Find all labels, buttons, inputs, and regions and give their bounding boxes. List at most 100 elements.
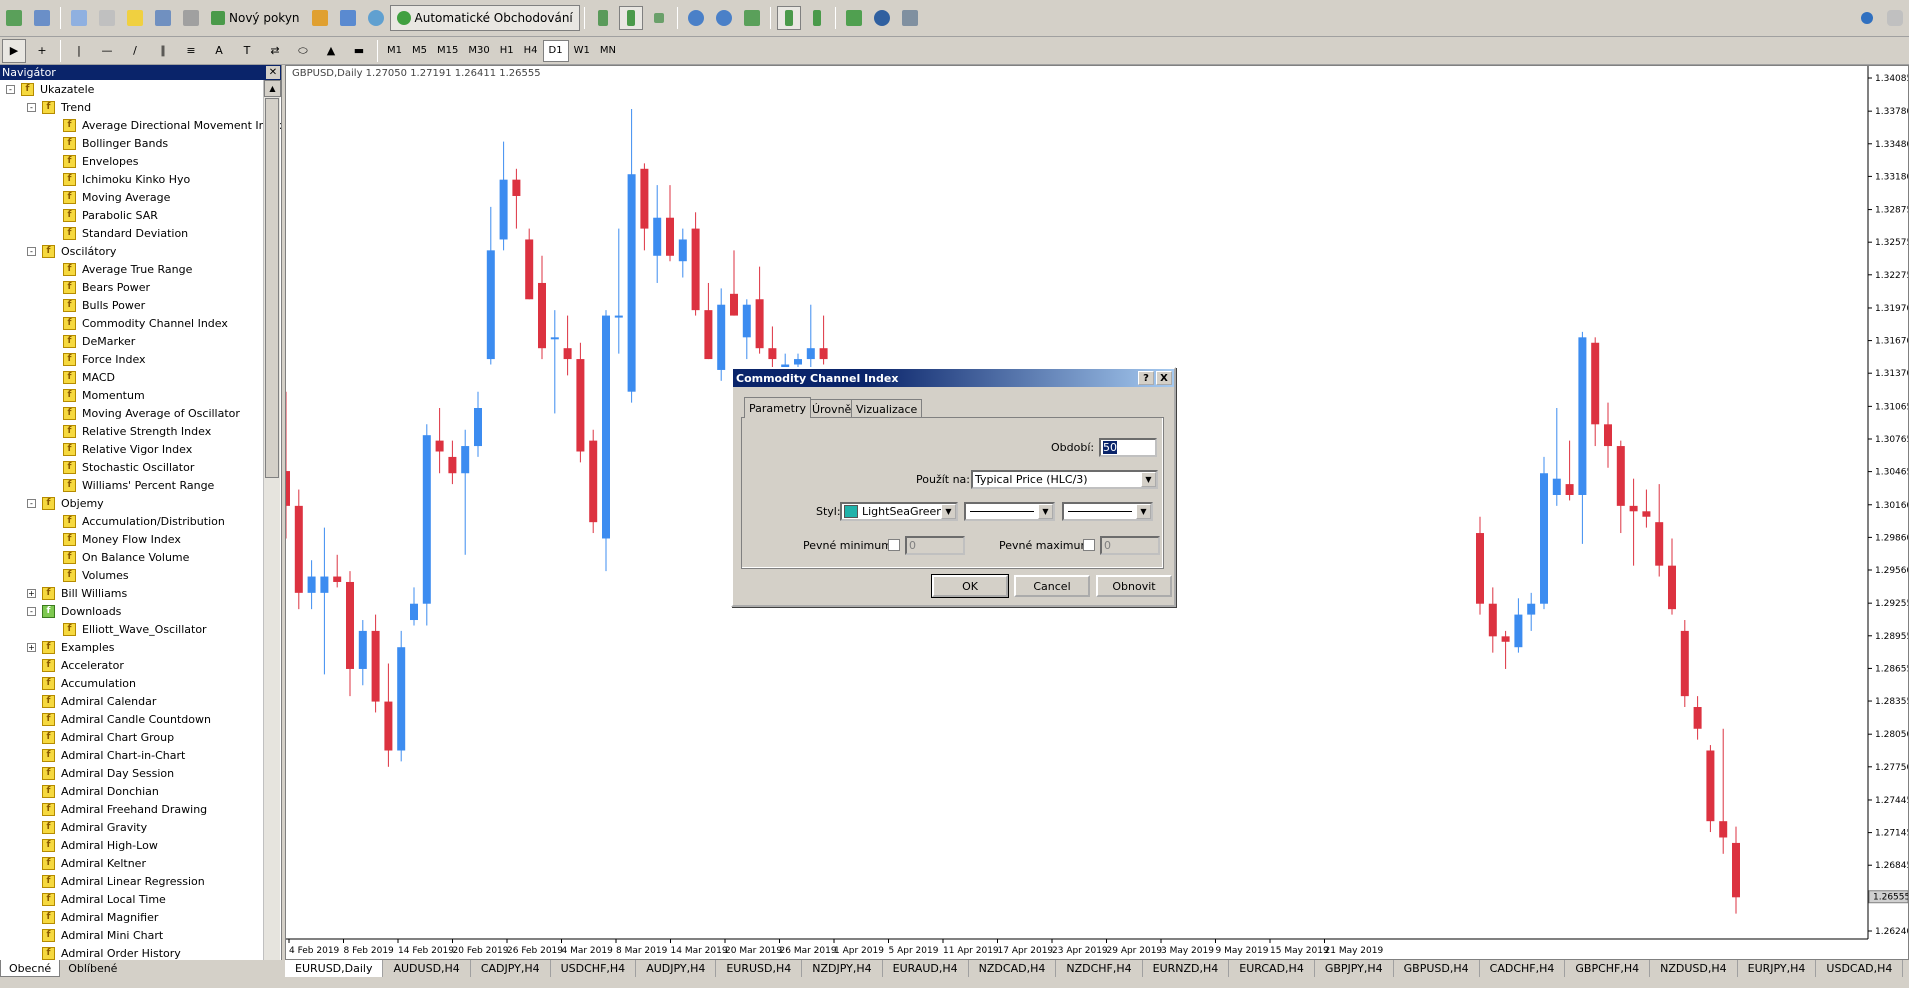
navigator-item[interactable]: f Admiral Calendar bbox=[27, 692, 156, 710]
navigator-item[interactable]: f Average Directional Movement Index bbox=[48, 116, 281, 134]
color-select[interactable]: LightSeaGreen ▼ bbox=[840, 502, 958, 521]
navigator-item[interactable]: f Accumulation bbox=[27, 674, 136, 692]
navigator-item[interactable]: f Admiral Chart-in-Chart bbox=[27, 746, 185, 764]
navigator-item[interactable]: f On Balance Volume bbox=[48, 548, 189, 566]
navigator-item[interactable]: f Stochastic Oscillator bbox=[48, 458, 194, 476]
chart-tab[interactable]: NZDCAD,H4 bbox=[969, 960, 1057, 977]
navigator-item[interactable]: f Bollinger Bands bbox=[48, 134, 168, 152]
navigator-item[interactable]: f Admiral Gravity bbox=[27, 818, 147, 836]
navigator-item[interactable]: f Relative Vigor Index bbox=[48, 440, 192, 458]
timeframe-m30[interactable]: M30 bbox=[463, 40, 494, 62]
navigator-item[interactable]: + f Examples bbox=[27, 638, 114, 656]
scroll-up-icon[interactable]: ▲ bbox=[264, 80, 281, 97]
market-watch-icon[interactable] bbox=[67, 6, 91, 30]
search-icon[interactable] bbox=[1855, 6, 1879, 30]
fixed-max-checkbox[interactable] bbox=[1083, 539, 1095, 551]
navigator-item[interactable]: f Admiral Candle Countdown bbox=[27, 710, 211, 728]
navigator-item[interactable]: f DeMarker bbox=[48, 332, 135, 350]
chart-tab[interactable]: GBPUSD,H4 bbox=[1394, 960, 1480, 977]
new-order-button[interactable]: Nový pokyn bbox=[205, 5, 306, 31]
navigator-item[interactable]: f Admiral Magnifier bbox=[27, 908, 158, 926]
horizontal-line-icon[interactable]: — bbox=[95, 39, 119, 63]
reset-button[interactable]: Obnovit bbox=[1096, 575, 1172, 597]
ok-button[interactable]: OK bbox=[931, 574, 1009, 598]
chart-tab[interactable]: NZDUSD,H4 bbox=[1650, 960, 1738, 977]
tab-general[interactable]: Obecné bbox=[0, 960, 61, 977]
navigator-item[interactable]: f Envelopes bbox=[48, 152, 138, 170]
bar-chart-icon[interactable] bbox=[591, 6, 615, 30]
navigator-item[interactable]: f Ichimoku Kinko Hyo bbox=[48, 170, 190, 188]
metaeditor-icon[interactable] bbox=[308, 6, 332, 30]
timeframe-h4[interactable]: H4 bbox=[519, 40, 543, 62]
navigator-icon[interactable] bbox=[123, 6, 147, 30]
navigator-item[interactable]: - f Oscilátory bbox=[27, 242, 116, 260]
auto-scroll-icon[interactable] bbox=[776, 6, 801, 30]
periods-icon[interactable] bbox=[870, 6, 894, 30]
navigator-item[interactable]: f Accumulation/Distribution bbox=[48, 512, 225, 530]
navigator-item[interactable]: f Admiral Day Session bbox=[27, 764, 174, 782]
chart-tab[interactable]: CADJPY,H4 bbox=[471, 960, 551, 977]
text-icon[interactable]: A bbox=[207, 39, 231, 63]
navigator-item[interactable]: f Momentum bbox=[48, 386, 145, 404]
navigator-item[interactable]: f Volumes bbox=[48, 566, 129, 584]
period-input[interactable]: 50 bbox=[1099, 438, 1157, 457]
data-window-icon[interactable] bbox=[95, 6, 119, 30]
collapse-icon[interactable]: - bbox=[27, 606, 36, 616]
chart-shift-icon[interactable] bbox=[805, 6, 829, 30]
chart-tab[interactable]: CHFJPY,H4 bbox=[1903, 960, 1909, 977]
navigator-item[interactable]: f Moving Average bbox=[48, 188, 170, 206]
tab-parameters[interactable]: Parametry bbox=[744, 397, 811, 418]
chart-tab[interactable]: GBPCHF,H4 bbox=[1565, 960, 1651, 977]
terminal-icon[interactable] bbox=[151, 6, 175, 30]
navigator-item[interactable]: f Admiral Donchian bbox=[27, 782, 159, 800]
chart-tab[interactable]: EURNZD,H4 bbox=[1143, 960, 1230, 977]
chart-tab[interactable]: AUDJPY,H4 bbox=[636, 960, 717, 977]
navigator-item[interactable]: f Bulls Power bbox=[48, 296, 145, 314]
chart-tab[interactable]: AUDUSD,H4 bbox=[383, 960, 471, 977]
navigator-item[interactable]: - f Ukazatele bbox=[6, 80, 94, 98]
navigator-item[interactable]: f Moving Average of Oscillator bbox=[48, 404, 240, 422]
collapse-icon[interactable]: - bbox=[6, 84, 15, 94]
fixed-min-checkbox[interactable] bbox=[888, 539, 900, 551]
navigator-item[interactable]: f Force Index bbox=[48, 350, 146, 368]
timeframe-d1[interactable]: D1 bbox=[542, 39, 569, 62]
zoom-in-icon[interactable] bbox=[684, 6, 708, 30]
chart-tab[interactable]: USDCHF,H4 bbox=[551, 960, 637, 977]
channel-icon[interactable]: ∥ bbox=[151, 39, 175, 63]
navigator-item[interactable]: f Admiral High-Low bbox=[27, 836, 158, 854]
chart-tab[interactable]: NZDJPY,H4 bbox=[802, 960, 883, 977]
chart-tab[interactable]: CADCHF,H4 bbox=[1480, 960, 1566, 977]
navigator-item[interactable]: f Elliott_Wave_Oscillator bbox=[48, 620, 207, 638]
chart-tab[interactable]: EURUSD,H4 bbox=[716, 960, 803, 977]
tab-favorites[interactable]: Oblíbené bbox=[60, 960, 125, 977]
cursor-icon[interactable]: ▶ bbox=[2, 38, 26, 63]
close-button[interactable]: X bbox=[1156, 371, 1172, 385]
chart-tab[interactable]: GBPJPY,H4 bbox=[1315, 960, 1394, 977]
trendline-icon[interactable]: / bbox=[123, 39, 147, 63]
line-width-select[interactable]: ▼ bbox=[1062, 502, 1153, 521]
chart-tab[interactable]: USDCAD,H4 bbox=[1816, 960, 1904, 977]
autotrading-button[interactable]: Automatické Obchodování bbox=[389, 5, 580, 31]
line-style-select[interactable]: ▼ bbox=[964, 502, 1055, 521]
chart-tab[interactable]: NZDCHF,H4 bbox=[1056, 960, 1143, 977]
signals-icon[interactable] bbox=[336, 6, 360, 30]
navigator-item[interactable]: f Parabolic SAR bbox=[48, 206, 158, 224]
navigator-item[interactable]: f Accelerator bbox=[27, 656, 124, 674]
close-icon[interactable]: ✕ bbox=[266, 66, 280, 79]
navigator-item[interactable]: f Admiral Linear Regression bbox=[27, 872, 205, 890]
chart-tab[interactable]: EURAUD,H4 bbox=[883, 960, 969, 977]
collapse-icon[interactable]: - bbox=[27, 246, 36, 256]
navigator-item[interactable]: f Admiral Local Time bbox=[27, 890, 166, 908]
navigator-item[interactable]: f Relative Strength Index bbox=[48, 422, 211, 440]
expand-icon[interactable]: + bbox=[27, 588, 36, 598]
crosshair-icon[interactable]: + bbox=[30, 39, 54, 63]
chart-tab[interactable]: EURJPY,H4 bbox=[1738, 960, 1817, 977]
navigator-item[interactable]: f Admiral Mini Chart bbox=[27, 926, 163, 944]
text-label-icon[interactable]: T bbox=[235, 39, 259, 63]
chart-tab[interactable]: EURUSD,Daily bbox=[285, 960, 384, 977]
fixed-max-input[interactable]: 0 bbox=[1100, 536, 1160, 555]
chart-tab[interactable]: EURCAD,H4 bbox=[1229, 960, 1315, 977]
profiles-icon[interactable] bbox=[30, 6, 54, 30]
timeframe-m15[interactable]: M15 bbox=[432, 40, 463, 62]
collapse-icon[interactable]: - bbox=[27, 498, 36, 508]
